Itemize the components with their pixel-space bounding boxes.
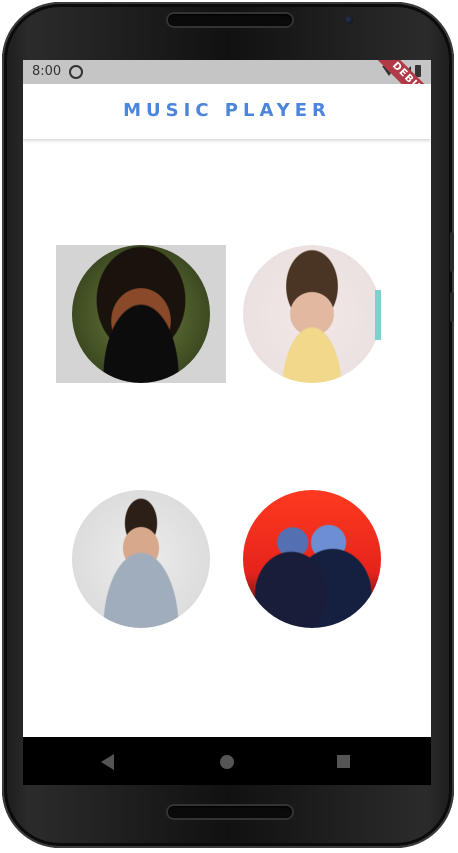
front-camera-icon: [345, 16, 353, 24]
top-speaker: [168, 14, 292, 26]
status-bar: 8:00 DEBUG: [23, 60, 431, 122]
android-nav-bar: [23, 737, 431, 785]
artist-card-the-weeknd[interactable]: [72, 245, 210, 383]
artist-card-harry-styles[interactable]: [243, 245, 381, 383]
status-time: 8:00: [32, 64, 62, 79]
volume-button[interactable]: [450, 232, 454, 272]
back-icon[interactable]: [101, 754, 114, 770]
artist-card-band[interactable]: [243, 490, 381, 628]
page-title: MUSIC PLAYER: [123, 100, 331, 121]
sync-icon: [69, 65, 83, 79]
power-button[interactable]: [450, 292, 454, 322]
app-bar: MUSIC PLAYER: [23, 84, 431, 139]
artist-card-shawn-mendes[interactable]: [72, 490, 210, 628]
app-screen: 8:00 DEBUG MUSIC PLAYER: [23, 60, 431, 737]
home-icon[interactable]: [220, 755, 234, 769]
bottom-speaker: [168, 806, 292, 818]
decorative-strip: [375, 290, 381, 340]
recent-apps-icon[interactable]: [337, 755, 350, 768]
